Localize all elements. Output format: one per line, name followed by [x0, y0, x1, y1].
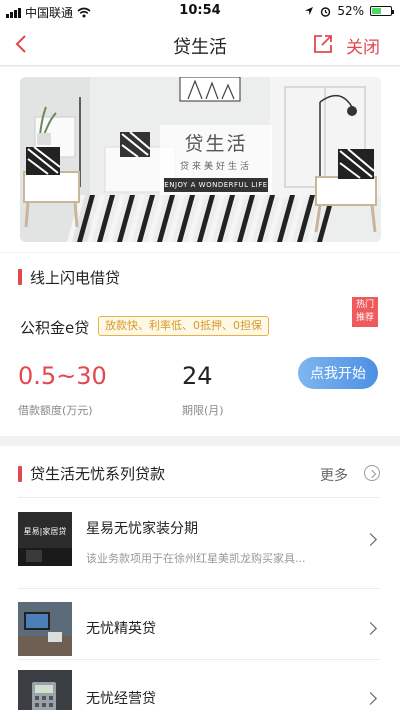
divider [18, 588, 380, 589]
divider [18, 497, 380, 498]
banner-tagline: ENJOY A WONDERFUL LIFE [164, 178, 268, 192]
item-title: 星易无忧家装分期 [86, 521, 198, 537]
item-thumbnail-text: 星易|家居贷 [23, 527, 67, 536]
list-item[interactable]: 无忧经营贷 [0, 662, 400, 710]
loan-amount: 0.5~30 [18, 362, 107, 390]
flash-loan-title: 线上闪电借贷 [30, 269, 121, 287]
divider [18, 659, 380, 660]
list-item[interactable]: 无忧精英贷 [0, 594, 400, 658]
battery-percent: 52% [337, 4, 364, 18]
item-thumbnail: 星易|家居贷 [18, 512, 72, 566]
banner-image[interactable]: 贷生活 贷来美好生活 ENJOY A WONDERFUL LIFE [20, 77, 381, 242]
section-marker [18, 269, 22, 285]
page-title: 贷生活 [173, 37, 227, 58]
item-thumbnail [18, 602, 72, 656]
hot-badge-line1: 热门 [355, 300, 374, 310]
chevron-right-icon [364, 533, 377, 546]
section-marker [18, 466, 22, 482]
item-description: 该业务款项用于在徐州红星美凯龙购买家具... [86, 552, 306, 565]
loan-period-label: 期限(月) [182, 404, 224, 417]
loan-amount-label: 借款额度(万元) [18, 404, 93, 417]
banner-subtitle: 贷来美好生活 [179, 162, 252, 172]
item-title: 无忧精英贷 [86, 621, 156, 637]
item-title: 无忧经营贷 [86, 691, 156, 707]
item-thumbnail [18, 670, 72, 710]
start-button[interactable]: 点我开始 [298, 357, 378, 389]
status-bar: 中国联通 10:54 52% [0, 0, 400, 22]
hot-badge-line2: 推荐 [355, 313, 374, 323]
location-icon [305, 7, 314, 15]
navigation-bar: 贷生活 关闭 [0, 22, 400, 66]
battery-icon [370, 6, 394, 16]
close-button[interactable]: 关闭 [346, 33, 380, 58]
chevron-right-circle-icon[interactable] [364, 465, 380, 481]
product-name[interactable]: 公积金e贷 [20, 317, 89, 338]
chevron-right-icon [364, 622, 377, 635]
list-item[interactable]: 星易|家居贷 星易无忧家装分期 该业务款项用于在徐州红星美凯龙购买家具... [0, 504, 400, 568]
alarm-icon [321, 6, 331, 17]
share-icon[interactable] [312, 33, 334, 55]
hot-badge: 热门 推荐 [352, 297, 378, 327]
loan-period: 24 [182, 362, 213, 390]
more-link[interactable]: 更多 [320, 465, 348, 485]
series-title: 贷生活无忧系列贷款 [30, 465, 166, 483]
banner-title: 贷生活 [184, 133, 248, 155]
banner-section: 贷生活 贷来美好生活 ENJOY A WONDERFUL LIFE [0, 67, 400, 252]
feature-tag: 放款快、利率低、0抵押、0担保 [98, 316, 269, 336]
chevron-right-icon [364, 692, 377, 705]
